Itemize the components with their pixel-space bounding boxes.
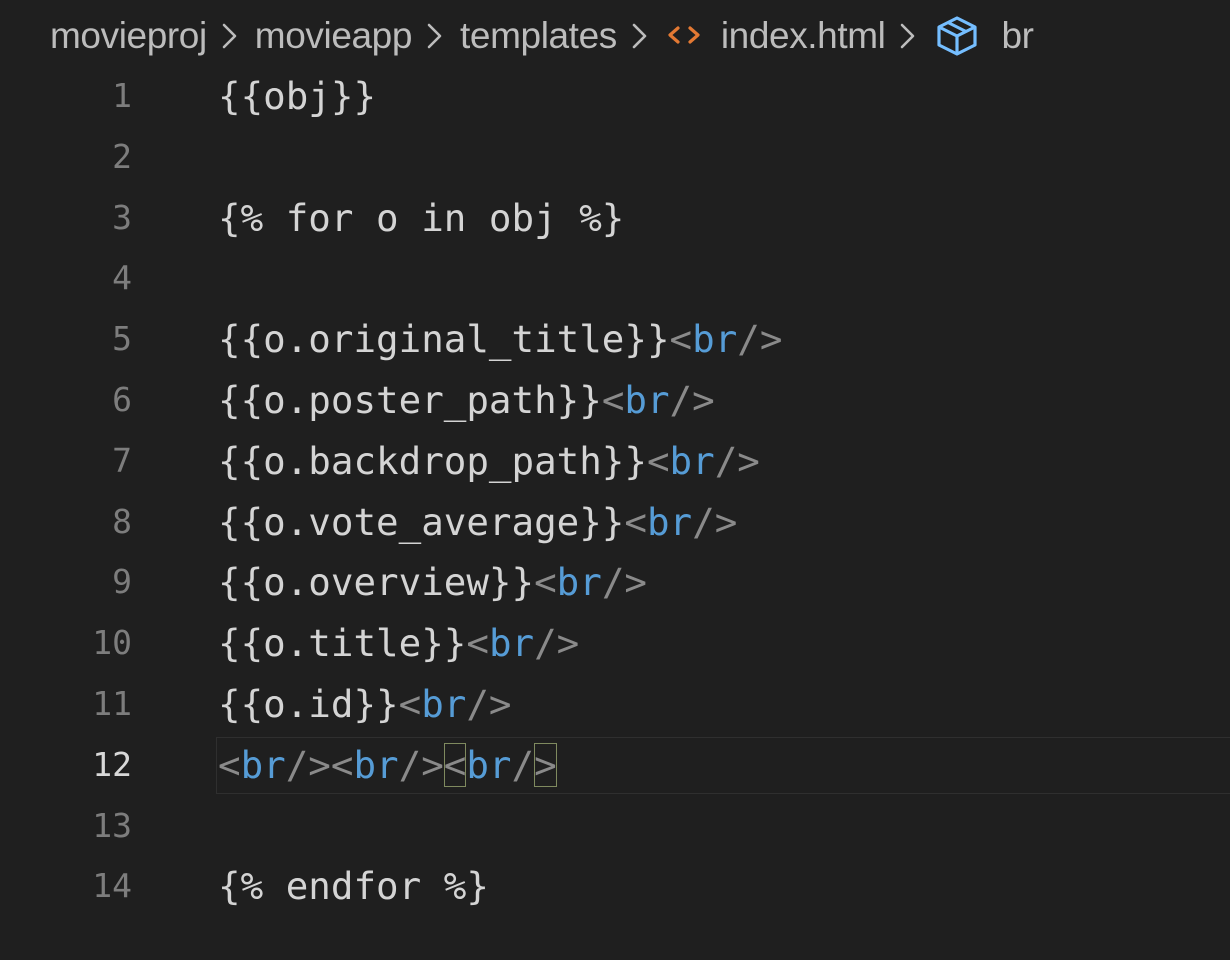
code-text[interactable]: {% endfor %} xyxy=(218,856,489,917)
chevron-right-icon xyxy=(629,10,651,62)
punctuation-token: < xyxy=(624,499,647,544)
template-token: {{o.backdrop_path}} xyxy=(218,438,647,483)
punctuation-token: /> xyxy=(601,560,647,605)
line-number: 1 xyxy=(112,76,132,115)
line-number: 6 xyxy=(112,379,132,419)
breadcrumb: movieproj movieapp templates index.html … xyxy=(50,10,1034,62)
punctuation-token: /> xyxy=(737,317,783,362)
breadcrumb-item-br[interactable]: br xyxy=(1001,15,1034,57)
code-line[interactable]: 2 xyxy=(0,127,1230,188)
punctuation-token: < xyxy=(330,742,354,787)
line-number: 9 xyxy=(112,562,132,602)
code-text[interactable]: {{o.overview}}<br/> xyxy=(218,552,647,613)
tag-name-token: br xyxy=(421,681,467,726)
line-number: 11 xyxy=(92,683,132,723)
tag-name-token: br xyxy=(624,377,670,422)
punctuation-token: /> xyxy=(285,742,331,787)
code-text[interactable]: <br/><br/><br/> xyxy=(218,735,557,796)
code-text[interactable]: {% for o in obj %} xyxy=(218,188,624,249)
punctuation-token: /> xyxy=(534,621,580,666)
code-line[interactable]: 5 {{o.original_title}}<br/> xyxy=(0,309,1230,370)
code-text[interactable]: {{obj}} xyxy=(218,66,376,127)
breadcrumb-item-movieapp[interactable]: movieapp xyxy=(255,15,413,57)
chevron-right-icon xyxy=(897,10,919,62)
code-line[interactable]: 3 {% for o in obj %} xyxy=(0,188,1230,249)
punctuation-token: < xyxy=(669,317,693,362)
tag-name-token: br xyxy=(240,742,286,787)
breadcrumb-item-movieproj[interactable]: movieproj xyxy=(50,15,207,57)
punctuation-token: /> xyxy=(714,438,760,483)
breadcrumb-item-templates[interactable]: templates xyxy=(460,15,617,57)
code-line[interactable]: 8 {{o.vote_average}}<br/> xyxy=(0,492,1230,553)
chevron-right-icon xyxy=(424,10,446,62)
tag-name-token: br xyxy=(353,742,399,787)
breadcrumb-item-index-html[interactable]: index.html xyxy=(721,15,886,57)
template-token: {% for o in obj %} xyxy=(218,195,625,240)
line-number: 7 xyxy=(112,440,132,480)
line-number: 10 xyxy=(92,623,132,663)
punctuation-token: < xyxy=(443,742,467,787)
tag-name-token: br xyxy=(556,560,602,605)
code-line[interactable]: 11 {{o.id}}<br/> xyxy=(0,674,1230,735)
punctuation-token: < xyxy=(398,681,422,726)
code-text[interactable]: {{o.vote_average}}<br/> xyxy=(218,492,737,553)
punctuation-token: < xyxy=(534,560,557,605)
tag-name-token: br xyxy=(488,621,535,666)
punctuation-token: < xyxy=(601,377,625,422)
code-text[interactable]: {{o.original_title}}<br/> xyxy=(218,309,782,370)
punctuation-token: /> xyxy=(669,377,715,422)
line-number: 14 xyxy=(92,866,132,906)
line-number: 8 xyxy=(112,501,132,541)
tag-name-token: br xyxy=(646,499,693,544)
template-token: {{o.original_title}} xyxy=(218,317,670,362)
punctuation-token: / xyxy=(511,742,535,787)
code-line[interactable]: 1 {{obj}} xyxy=(0,66,1230,127)
template-token: {{o.id}} xyxy=(218,681,399,726)
code-line[interactable]: 9 {{o.overview}}<br/> xyxy=(0,552,1230,613)
code-text[interactable]: {{o.poster_path}}<br/> xyxy=(218,370,715,431)
template-token: {{o.overview}} xyxy=(218,560,535,605)
code-line[interactable]: 13 xyxy=(0,796,1230,857)
punctuation-token: > xyxy=(534,742,557,787)
line-number: 5 xyxy=(112,319,132,359)
code-text[interactable]: {{o.id}}<br/> xyxy=(218,674,512,735)
chevron-right-icon xyxy=(219,10,241,62)
code-line[interactable]: 7 {{o.backdrop_path}}<br/> xyxy=(0,431,1230,492)
code-text[interactable]: {{o.backdrop_path}}<br/> xyxy=(218,431,760,492)
line-number: 2 xyxy=(112,136,132,176)
tag-name-token: br xyxy=(466,742,512,787)
template-token: {{o.poster_path}} xyxy=(218,377,602,422)
punctuation-token: < xyxy=(218,742,241,787)
template-token: {{obj}} xyxy=(218,74,377,118)
punctuation-token: /> xyxy=(398,742,444,787)
punctuation-token: /> xyxy=(692,499,738,544)
code-line[interactable]: 6 {{o.poster_path}}<br/> xyxy=(0,370,1230,431)
code-line[interactable]: 10 {{o.title}}<br/> xyxy=(0,613,1230,674)
punctuation-token: < xyxy=(646,438,670,483)
line-number: 3 xyxy=(112,197,132,237)
code-editor[interactable]: 1 {{obj}} 2 3 {% for o in obj %} 4 5 {{o.origin… xyxy=(0,66,1230,917)
punctuation-token: /> xyxy=(466,681,512,726)
html-file-icon xyxy=(665,10,703,62)
symbol-element-icon xyxy=(933,10,981,62)
code-text[interactable]: {{o.title}}<br/> xyxy=(218,613,579,674)
code-line[interactable]: 4 xyxy=(0,248,1230,309)
punctuation-token: < xyxy=(466,621,489,666)
template-token: {% endfor %} xyxy=(218,864,489,909)
line-number: 12 xyxy=(92,744,132,784)
template-token: {{o.vote_average}} xyxy=(218,499,625,544)
code-line[interactable]: 14 {% endfor %} xyxy=(0,856,1230,917)
line-number: 4 xyxy=(112,258,132,298)
tag-name-token: br xyxy=(669,438,715,483)
tag-name-token: br xyxy=(692,317,738,362)
code-line[interactable]: 12 <br/><br/><br/> xyxy=(0,735,1230,796)
line-number: 13 xyxy=(92,805,132,845)
template-token: {{o.title}} xyxy=(218,621,467,666)
